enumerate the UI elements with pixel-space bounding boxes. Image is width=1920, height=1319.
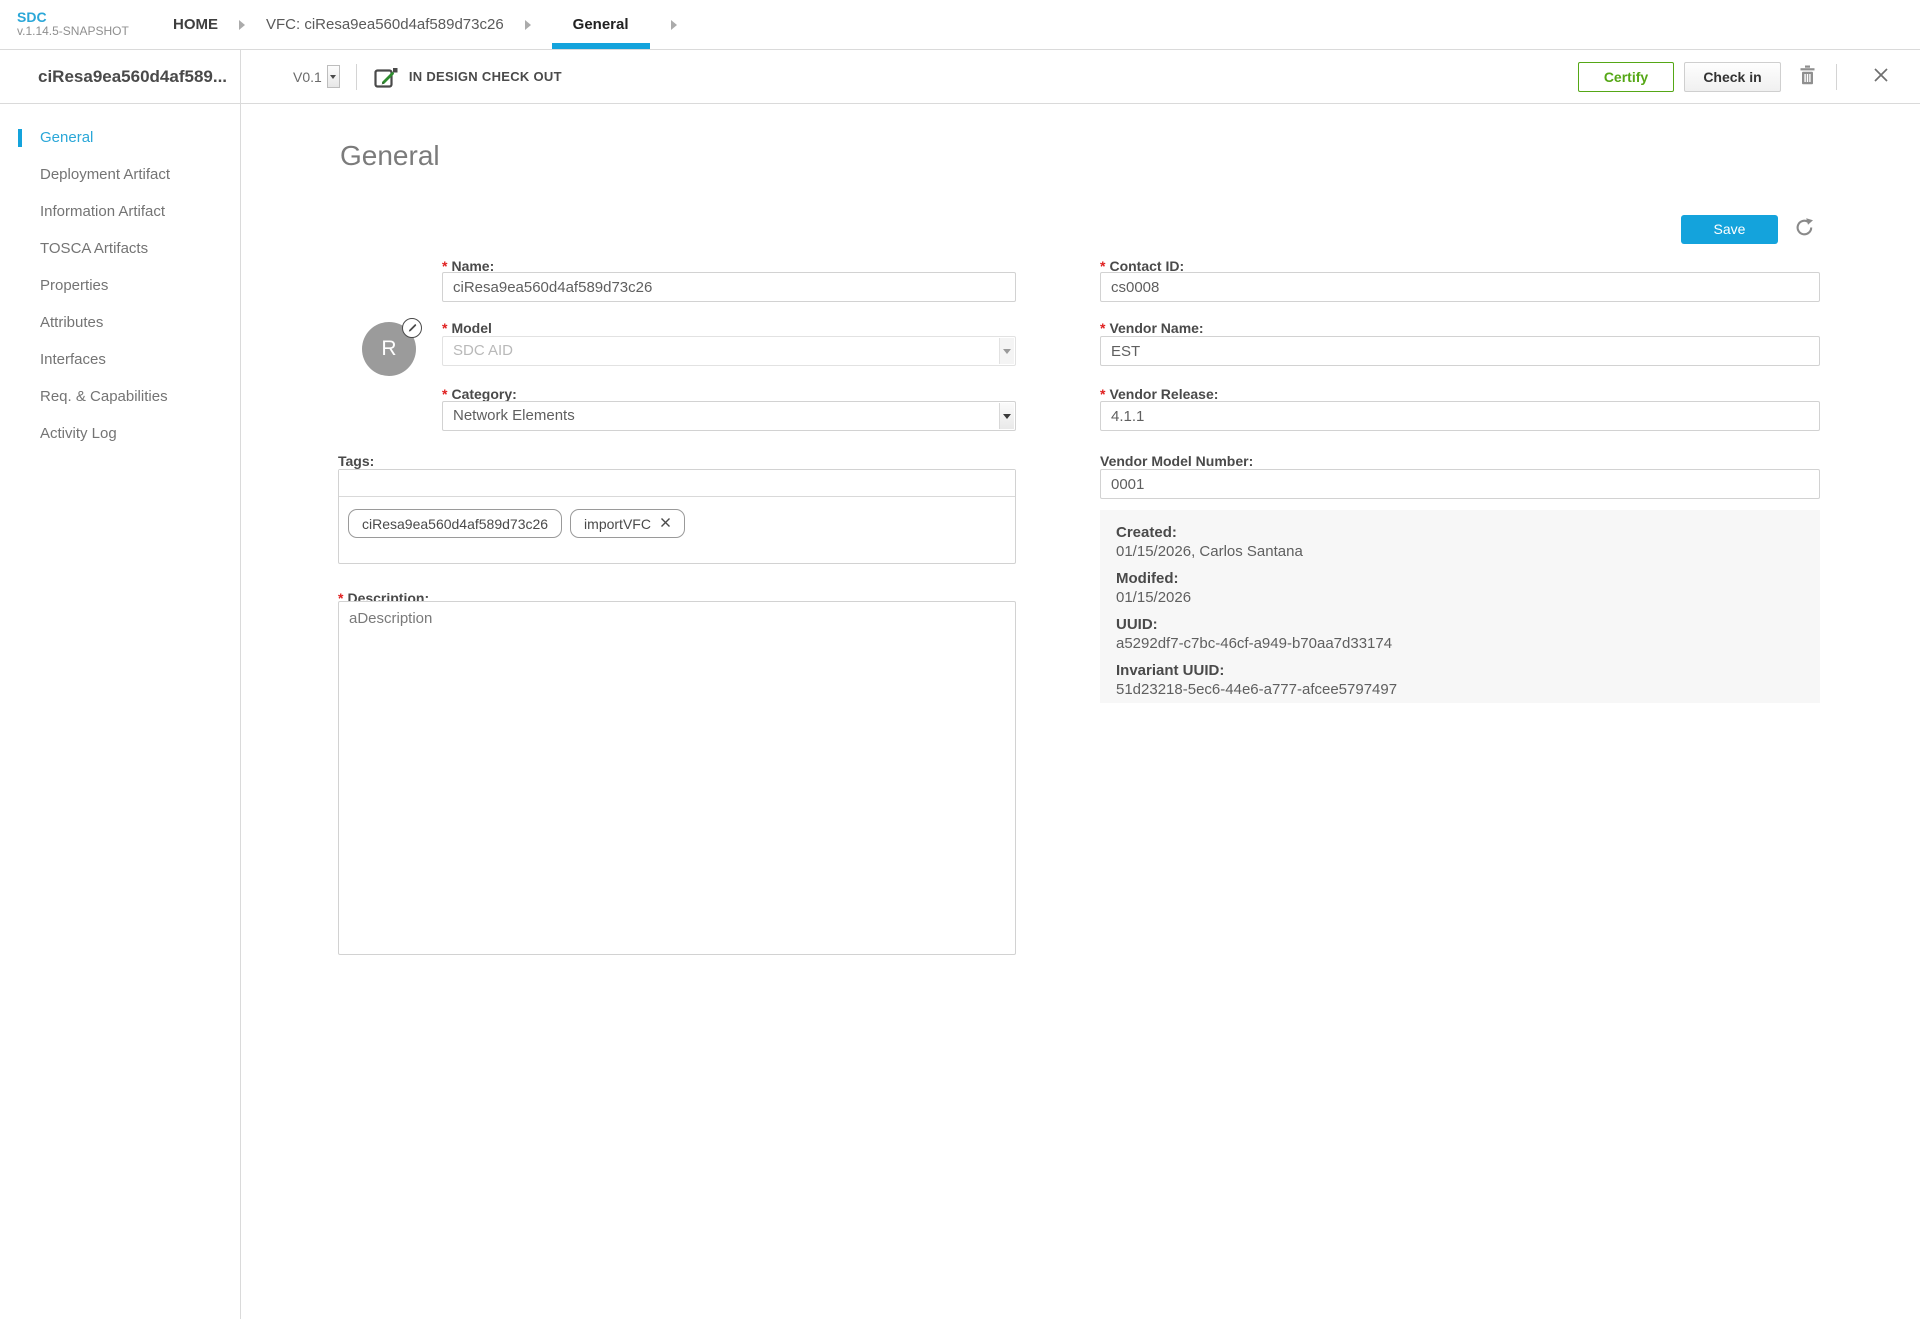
- top-header: SDC v.1.14.5-SNAPSHOT HOME VFC: ciResa9e…: [0, 0, 1920, 50]
- avatar: R: [362, 322, 416, 376]
- vendor-release-input[interactable]: [1100, 401, 1820, 431]
- model-label: *Model: [442, 320, 492, 336]
- breadcrumb-general-active[interactable]: General: [552, 0, 650, 49]
- sidebar-item-information-artifact[interactable]: Information Artifact: [0, 193, 240, 230]
- created-label: Created:: [1116, 523, 1804, 542]
- breadcrumb-home[interactable]: HOME: [173, 0, 218, 49]
- tags-input[interactable]: [339, 470, 1015, 496]
- sidebar-item-interfaces[interactable]: Interfaces: [0, 341, 240, 378]
- close-button[interactable]: [1869, 63, 1893, 90]
- close-icon: [1873, 67, 1889, 86]
- app-logo[interactable]: SDC v.1.14.5-SNAPSHOT: [17, 0, 173, 49]
- certify-button[interactable]: Certify: [1578, 62, 1674, 92]
- sidebar-item-deployment-artifact[interactable]: Deployment Artifact: [0, 156, 240, 193]
- modified-label: Modifed:: [1116, 569, 1804, 588]
- category-selected-value: Network Elements: [453, 407, 575, 424]
- sidebar-item-activity-log[interactable]: Activity Log: [0, 415, 240, 452]
- save-button[interactable]: Save: [1681, 215, 1778, 244]
- contact-id-input[interactable]: [1100, 272, 1820, 302]
- created-value: 01/15/2026, Carlos Santana: [1116, 542, 1804, 561]
- divider: [356, 64, 357, 90]
- vendor-name-label: *Vendor Name:: [1100, 320, 1204, 336]
- modified-value: 01/15/2026: [1116, 588, 1804, 607]
- tags-label: Tags:: [338, 453, 374, 469]
- component-title: ciResa9ea560d4af589...: [0, 50, 240, 104]
- divider: [1836, 64, 1837, 90]
- breadcrumb: HOME VFC: ciResa9ea560d4af589d73c26 Gene…: [173, 0, 698, 49]
- toolbar: V0.1 IN DESIGN CHECK OUT Certify Check i…: [241, 50, 1920, 104]
- sidebar-item-tosca-artifacts[interactable]: TOSCA Artifacts: [0, 230, 240, 267]
- tags-box: ciResa9ea560d4af589d73c26 importVFC: [338, 469, 1016, 564]
- chevron-down-icon: [999, 403, 1014, 429]
- chevron-right-icon: [671, 20, 677, 30]
- sidebar-item-req-capabilities[interactable]: Req. & Capabilities: [0, 378, 240, 415]
- tag-chip-label: importVFC: [584, 516, 651, 532]
- chevron-right-icon: [525, 20, 531, 30]
- revert-button[interactable]: [1791, 214, 1818, 244]
- tag-remove-button[interactable]: [660, 516, 671, 531]
- uuid-label: UUID:: [1116, 615, 1804, 634]
- check-in-button[interactable]: Check in: [1684, 62, 1781, 92]
- tag-chip-label: ciResa9ea560d4af589d73c26: [362, 516, 548, 532]
- app-name: SDC: [17, 10, 173, 25]
- vendor-name-input[interactable]: [1100, 336, 1820, 366]
- breadcrumb-vfc[interactable]: VFC: ciResa9ea560d4af589d73c26: [266, 0, 504, 49]
- model-select[interactable]: SDC AID: [442, 336, 1016, 366]
- tag-chip: ciResa9ea560d4af589d73c26: [348, 509, 562, 538]
- tag-chip: importVFC: [570, 509, 685, 538]
- delete-button[interactable]: [1795, 61, 1820, 92]
- chevron-down-icon: [999, 338, 1014, 364]
- close-icon: [660, 516, 671, 531]
- sidebar-item-general[interactable]: General: [0, 119, 240, 156]
- name-input[interactable]: [442, 272, 1016, 302]
- avatar-edit-button[interactable]: [402, 318, 422, 338]
- sidebar-item-properties[interactable]: Properties: [0, 267, 240, 304]
- category-select[interactable]: Network Elements: [442, 401, 1016, 431]
- invariant-uuid-value: 51d23218-5ec6-44e6-a777-afcee5797497: [1116, 680, 1804, 699]
- trash-icon: [1799, 65, 1816, 88]
- lifecycle-status: IN DESIGN CHECK OUT: [409, 69, 562, 84]
- vendor-release-label: *Vendor Release:: [1100, 386, 1218, 402]
- model-selected-value: SDC AID: [453, 342, 513, 359]
- version-label: V0.1: [293, 69, 322, 85]
- sidebar-menu: General Deployment Artifact Information …: [0, 104, 240, 452]
- chevron-right-icon: [239, 20, 245, 30]
- metadata-box: Created: 01/15/2026, Carlos Santana Modi…: [1100, 510, 1820, 703]
- page-title: General: [340, 140, 440, 172]
- refresh-icon: [1795, 218, 1814, 240]
- uuid-value: a5292df7-c7bc-46cf-a949-b70aa7d33174: [1116, 634, 1804, 653]
- checkout-edit-icon: [373, 65, 399, 89]
- version-dropdown[interactable]: [327, 65, 340, 88]
- avatar-initial: R: [381, 337, 396, 361]
- category-label: *Category:: [442, 386, 517, 402]
- invariant-uuid-label: Invariant UUID:: [1116, 661, 1804, 680]
- pencil-icon: [407, 321, 418, 336]
- vendor-model-number-input[interactable]: [1100, 469, 1820, 499]
- app-version: v.1.14.5-SNAPSHOT: [17, 25, 173, 38]
- sidebar-item-attributes[interactable]: Attributes: [0, 304, 240, 341]
- vendor-model-number-label: Vendor Model Number:: [1100, 453, 1253, 469]
- description-textarea[interactable]: aDescription: [338, 601, 1016, 955]
- left-panel: ciResa9ea560d4af589... General Deploymen…: [0, 50, 241, 1319]
- general-form: General Save R: [241, 104, 1920, 1319]
